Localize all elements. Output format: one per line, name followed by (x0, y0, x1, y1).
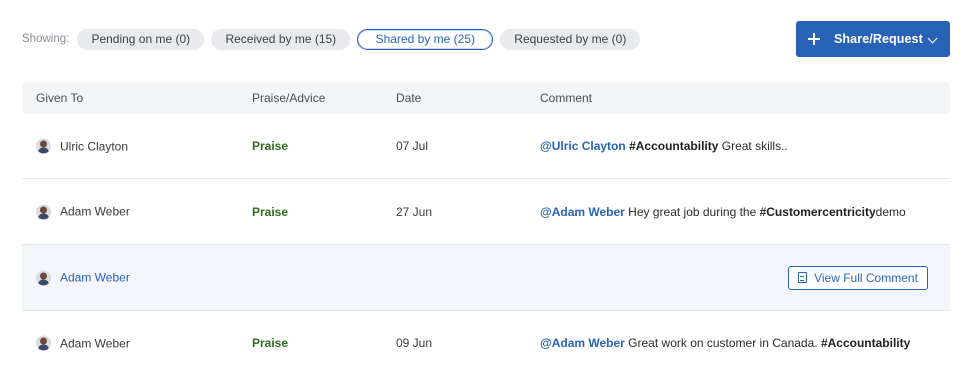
hashtag[interactable]: #Customercentricity (760, 205, 876, 219)
column-header-comment: Comment (540, 91, 593, 105)
column-header-date: Date (396, 91, 422, 105)
avatar (36, 270, 51, 285)
table-header: Given To Praise/Advice Date Comment (22, 82, 950, 114)
filter-toolbar: Showing: Pending on me (0) Received by m… (22, 28, 647, 50)
chevron-down-icon[interactable] (927, 33, 938, 44)
table-row[interactable]: Adam Weber Praise 09 Jun @Adam Weber Gre… (22, 311, 950, 375)
column-header-praise-advice: Praise/Advice (252, 91, 326, 105)
date-cell: 09 Jun (396, 336, 433, 350)
column-header-given-to: Given To (36, 91, 84, 105)
given-to-cell: Adam Weber (36, 270, 130, 285)
comment-text-after: demo (875, 204, 906, 219)
showing-label: Showing: (22, 33, 70, 45)
filter-pill-shared[interactable]: Shared by me (25) (357, 28, 494, 50)
given-to-cell: Ulric Clayton (36, 138, 129, 154)
comment-cell: @Adam Weber Hey great job during the #Cu… (540, 205, 906, 219)
mention-link[interactable]: @Ulric Clayton (540, 139, 626, 153)
mention-link[interactable]: @Adam Weber (540, 205, 625, 219)
hashtag[interactable]: #Accountability (821, 336, 910, 350)
praise-type: Praise (252, 204, 289, 219)
hashtag[interactable]: #Accountability (629, 139, 718, 153)
comment-cell: @Ulric Clayton #Accountability Great ski… (540, 139, 788, 153)
table-row[interactable]: Adam Weber Praise 27 Jun @Adam Weber Hey… (22, 179, 950, 245)
avatar (36, 138, 51, 154)
given-to-cell: Adam Weber (36, 335, 130, 351)
date-cell: 07 Jul (396, 139, 429, 153)
view-full-comment-button[interactable]: View Full Comment (788, 265, 928, 290)
given-to-name: Adam Weber (60, 204, 130, 219)
given-to-name-link[interactable]: Adam Weber (60, 271, 130, 285)
share-request-label: Share/Request (834, 32, 923, 46)
feedback-table: Given To Praise/Advice Date Comment Ulri… (22, 82, 950, 375)
given-to-cell: Adam Weber (36, 204, 130, 219)
document-icon (798, 272, 808, 283)
filter-pill-requested[interactable]: Requested by me (0) (500, 28, 641, 50)
avatar (36, 335, 51, 351)
share-request-button[interactable]: Share/Request (796, 21, 950, 57)
date-cell: 27 Jun (396, 204, 433, 219)
filter-pill-pending[interactable]: Pending on me (0) (77, 28, 205, 50)
given-to-name: Ulric Clayton (60, 139, 129, 153)
view-full-comment-label: View Full Comment (814, 270, 918, 285)
praise-type: Praise (252, 139, 289, 153)
table-row-highlighted[interactable]: Adam Weber View Full Comment (22, 245, 950, 311)
comment-text: Great skills.. (718, 139, 788, 153)
filter-pill-received[interactable]: Received by me (15) (211, 28, 351, 50)
mention-link[interactable]: @Adam Weber (540, 336, 625, 350)
avatar (36, 204, 51, 219)
given-to-name: Adam Weber (60, 336, 130, 350)
comment-text: Great work on customer in Canada. (624, 336, 821, 350)
comment-cell: @Adam Weber Great work on customer in Ca… (540, 336, 910, 350)
table-row[interactable]: Ulric Clayton Praise 07 Jul @Ulric Clayt… (22, 114, 950, 179)
plus-icon (808, 33, 820, 45)
comment-text: Hey great job during the (624, 204, 760, 219)
praise-type: Praise (252, 336, 289, 350)
